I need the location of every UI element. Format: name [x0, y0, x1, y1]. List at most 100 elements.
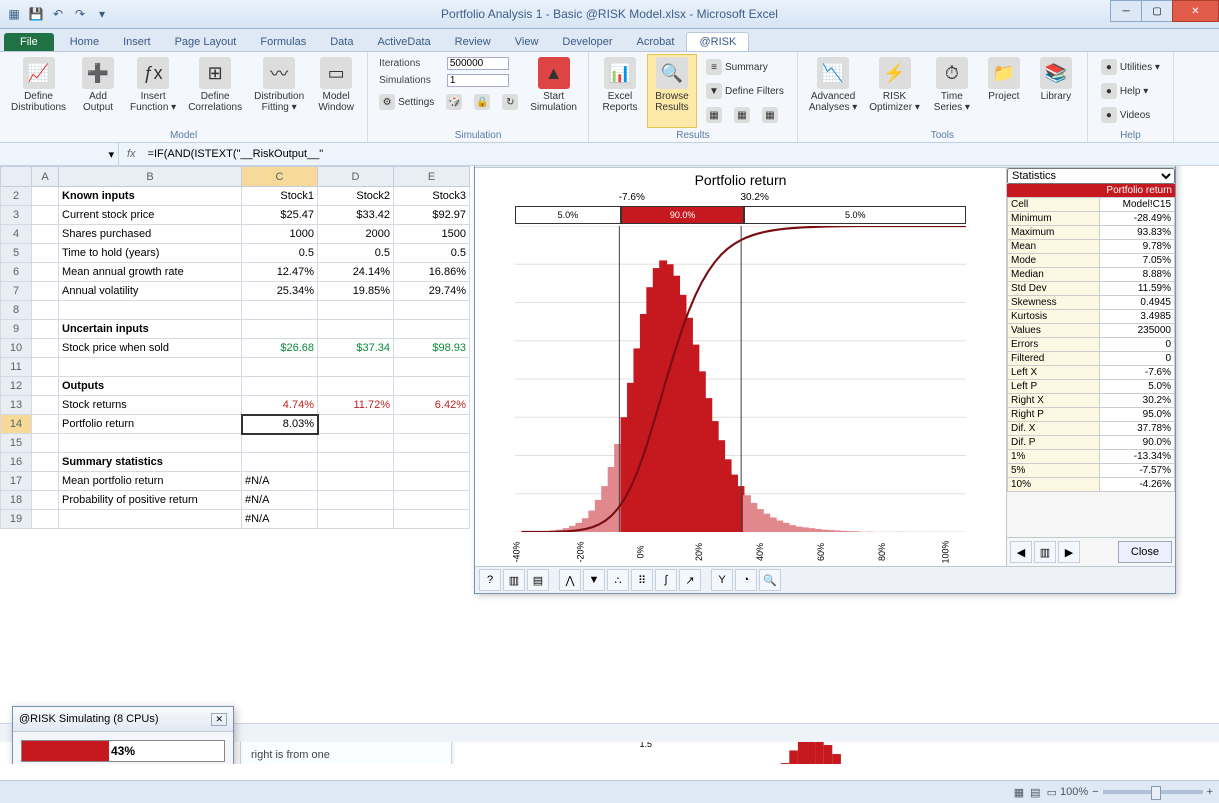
excel-icon[interactable]: ▦: [4, 4, 24, 24]
maximize-button[interactable]: ▢: [1141, 0, 1173, 22]
ribbon-group-results: 📊Excel Reports 🔍Browse Results ≡Summary …: [589, 52, 798, 142]
ribbon-group-help: ●Utilities ▾●Help ▾●Videos Help: [1088, 52, 1174, 142]
zoom-out-button[interactable]: −: [1092, 786, 1098, 798]
start-simulation-button[interactable]: ▲Start Simulation: [525, 54, 582, 128]
tab-developer[interactable]: Developer: [550, 33, 624, 51]
output-close-btn[interactable]: Close: [1118, 541, 1172, 563]
x-axis-ticks: -40%-20%0%20%40%60%80%100%: [515, 538, 966, 566]
advanced-button[interactable]: 📉Advanced Analyses ▾: [804, 54, 862, 128]
statistics-dropdown[interactable]: Statistics: [1007, 168, 1175, 184]
refresh-icon[interactable]: ↻: [497, 91, 523, 113]
tab-home[interactable]: Home: [58, 33, 111, 51]
tab-insert[interactable]: Insert: [111, 33, 163, 51]
redo-icon[interactable]: ↷: [70, 4, 90, 24]
tab-acrobat[interactable]: Acrobat: [625, 33, 687, 51]
titlebar: ▦ 💾 ↶ ↷ ▾ Portfolio Analysis 1 - Basic @…: [0, 0, 1219, 29]
model-button[interactable]: ▭Model Window: [311, 54, 361, 128]
summary-button[interactable]: ≡Summary: [701, 56, 789, 78]
project-button[interactable]: 📁Project: [979, 54, 1029, 128]
stat-label: Right P: [1008, 408, 1100, 422]
simulations-input[interactable]: [447, 74, 509, 87]
iterations-input[interactable]: [447, 57, 509, 70]
hist2-icon[interactable]: ▤: [527, 569, 549, 591]
distribution-button[interactable]: 〰Distribution Fitting ▾: [249, 54, 309, 128]
define-button[interactable]: 📈Define Distributions: [6, 54, 71, 128]
stat-label: Mean: [1008, 240, 1100, 254]
stat-value: Model!C15: [1099, 198, 1174, 212]
help-button[interactable]: ●Help ▾: [1096, 80, 1165, 102]
list-icon: ≡: [706, 59, 722, 75]
bell-icon[interactable]: ◔: [735, 569, 757, 591]
quick-access-toolbar: ▦ 💾 ↶ ↷ ▾: [0, 4, 112, 24]
funnel-icon[interactable]: Y: [711, 569, 733, 591]
stat-value: -4.26%: [1099, 478, 1174, 492]
utilities-button[interactable]: ●Utilities ▾: [1096, 56, 1165, 78]
stats-next-button[interactable]: ▶: [1058, 541, 1080, 563]
tab-pagelayout[interactable]: Page Layout: [163, 33, 249, 51]
filter-icon: ▼: [706, 83, 722, 99]
define-button[interactable]: ⊞Define Correlations: [183, 54, 247, 128]
excel-reports-button[interactable]: 📊Excel Reports: [595, 54, 645, 128]
help-icon[interactable]: ?: [479, 569, 501, 591]
simulating-window: @RISK Simulating (8 CPUs)✕ 43% Iteration…: [12, 706, 234, 764]
sim-close-icon[interactable]: ✕: [211, 713, 227, 726]
trend-icon[interactable]: ↗: [679, 569, 701, 591]
browse-results-button[interactable]: 🔍Browse Results: [647, 54, 697, 128]
stat-value: 37.78%: [1099, 422, 1174, 436]
tab-view[interactable]: View: [503, 33, 551, 51]
zoom-in-button[interactable]: +: [1207, 786, 1213, 798]
settings-button[interactable]: ⚙Settings: [374, 91, 439, 113]
view-break-icon[interactable]: ▭: [1044, 786, 1060, 799]
tab-activedata[interactable]: ActiveData: [365, 33, 442, 51]
add-button[interactable]: ➕Add Output: [73, 54, 123, 128]
time-button[interactable]: ⏱Time Series ▾: [927, 54, 977, 128]
undo-icon[interactable]: ↶: [48, 4, 68, 24]
stat-label: 5%: [1008, 464, 1100, 478]
zoom-icon[interactable]: 🔍: [759, 569, 781, 591]
stat-label: Skewness: [1008, 296, 1100, 310]
define-filters-button[interactable]: ▼Define Filters: [701, 80, 789, 102]
minimize-button[interactable]: ─: [1110, 0, 1142, 22]
tab-formulas[interactable]: Formulas: [248, 33, 318, 51]
lock-icon[interactable]: 🔒: [469, 91, 495, 113]
ribbon: 📈Define Distributions➕Add OutputƒxInsert…: [0, 52, 1219, 143]
hist-icon[interactable]: ▥: [503, 569, 525, 591]
stat-value: 8.88%: [1099, 268, 1174, 282]
insert-button[interactable]: ƒxInsert Function ▾: [125, 54, 181, 128]
filter-chart-icon[interactable]: ▼: [583, 569, 605, 591]
line-icon[interactable]: ⋀: [559, 569, 581, 591]
tab-risk[interactable]: @RISK: [686, 32, 749, 51]
cum-icon[interactable]: ∫: [655, 569, 677, 591]
library-button[interactable]: 📚Library: [1031, 54, 1081, 128]
view-normal-icon[interactable]: ▦: [1011, 786, 1027, 799]
points-icon[interactable]: ⠿: [631, 569, 653, 591]
zoom-slider[interactable]: [1103, 790, 1203, 794]
stats-prev-button[interactable]: ◀: [1010, 541, 1032, 563]
delimiter-bar[interactable]: 5.0% 90.0% 5.0%: [515, 206, 966, 224]
view-layout-icon[interactable]: ▤: [1027, 786, 1043, 799]
stat-label: Kurtosis: [1008, 310, 1100, 324]
videos-button[interactable]: ●Videos: [1096, 104, 1165, 126]
save-icon[interactable]: 💾: [26, 4, 46, 24]
risk-button[interactable]: ⚡RISK Optimizer ▾: [864, 54, 925, 128]
stats-current-button[interactable]: ▥: [1034, 541, 1056, 563]
histogram-chart[interactable]: 0.00.51.01.52.02.53.03.54.00.0%12.5%25.0…: [515, 226, 966, 532]
stat-value: 9.78%: [1099, 240, 1174, 254]
qat-menu-icon[interactable]: ▾: [92, 4, 112, 24]
name-box[interactable]: ▾: [0, 143, 119, 165]
close-button[interactable]: ✕: [1172, 0, 1219, 22]
sim-window-title[interactable]: @RISK Simulating (8 CPUs)✕: [13, 707, 233, 732]
stat-label: 1%: [1008, 450, 1100, 464]
fx-icon[interactable]: fx: [119, 148, 144, 160]
formula-input[interactable]: =IF(AND(ISTEXT("__RiskOutput__": [144, 148, 1219, 160]
spreadsheet-grid[interactable]: ABCDE2Known inputsStock1Stock2Stock33Cur…: [0, 166, 470, 529]
tab-data[interactable]: Data: [318, 33, 365, 51]
random-icon[interactable]: 🎲: [441, 91, 467, 113]
tab-file[interactable]: File: [4, 33, 54, 51]
stat-label: Minimum: [1008, 212, 1100, 226]
stat-label: Std Dev: [1008, 282, 1100, 296]
stat-value: 93.83%: [1099, 226, 1174, 240]
stat-label: Cell: [1008, 198, 1100, 212]
tab-review[interactable]: Review: [443, 33, 503, 51]
scatter-icon[interactable]: ∴: [607, 569, 629, 591]
